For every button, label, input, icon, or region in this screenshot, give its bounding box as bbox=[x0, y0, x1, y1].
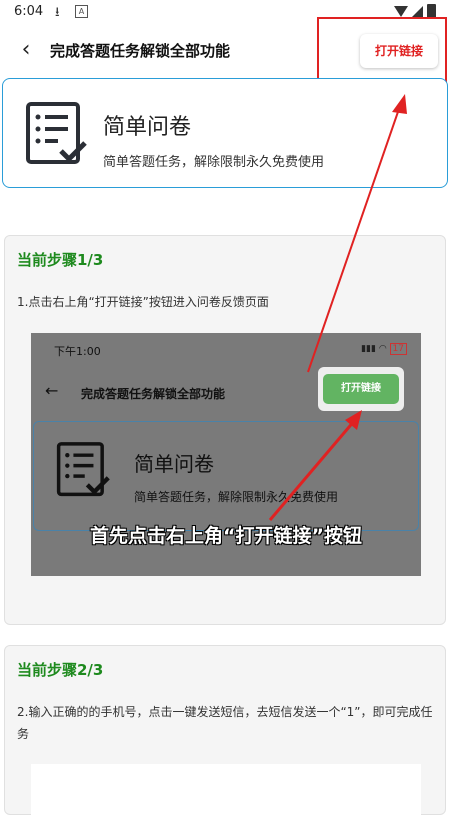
step-title: 当前步骤1/3 bbox=[17, 251, 104, 269]
tutorial-survey-card: 简单问卷 简单答题任务，解除限制永久免费使用 bbox=[33, 421, 419, 531]
tutorial-title: 完成答题任务解锁全部功能 bbox=[81, 387, 226, 401]
step-card-2: 当前步骤2/3 2.输入正确的的手机号，点击一键发送短信，去短信发送一个“1”，… bbox=[4, 645, 446, 824]
tutorial-document-icon bbox=[56, 442, 110, 497]
step-title: 当前步骤2/3 bbox=[17, 661, 104, 679]
status-right bbox=[394, 4, 436, 18]
battery-icon bbox=[427, 4, 436, 18]
tutorial-screenshot-2 bbox=[31, 764, 421, 824]
tutorial-survey-name: 简单问卷 bbox=[134, 452, 214, 476]
step-instruction: 1.点击右上角“打开链接”按钮进入问卷反馈页面 bbox=[17, 295, 269, 309]
download-icon: ⭳ bbox=[55, 5, 60, 20]
tutorial-status-time: 下午1:00 bbox=[54, 345, 101, 358]
step-card-1: 当前步骤1/3 1.点击右上角“打开链接”按钮进入问卷反馈页面 下午1:00 ▮… bbox=[4, 235, 446, 625]
notification-a-icon: A bbox=[75, 5, 88, 18]
tutorial-screenshot: 下午1:00 ▮▮▮ ◠ 17 ← 完成答题任务解锁全部功能 打开链接 简单问卷… bbox=[31, 333, 421, 576]
step-instruction: 2.输入正确的的手机号，点击一键发送短信，去短信发送一个“1”，即可完成任务 bbox=[17, 705, 433, 741]
tutorial-battery-level: 17 bbox=[389, 343, 407, 355]
wifi-icon bbox=[394, 5, 408, 17]
tutorial-back-icon: ← bbox=[45, 381, 59, 400]
chevron-left-icon: ‹ bbox=[21, 37, 31, 62]
tutorial-open-link-button: 打开链接 bbox=[323, 374, 399, 404]
tutorial-caption: 首先点击右上角“打开链接”按钮 bbox=[90, 525, 362, 547]
page-title: 完成答题任务解锁全部功能 bbox=[50, 42, 231, 60]
status-time: 6:04 bbox=[14, 4, 44, 19]
signal-icon bbox=[412, 5, 423, 17]
tutorial-survey-desc: 简单答题任务，解除限制永久免费使用 bbox=[134, 490, 339, 504]
survey-name: 简单问卷 bbox=[103, 115, 192, 140]
back-button[interactable]: ‹ bbox=[12, 36, 40, 64]
survey-description: 简单答题任务，解除限制永久免费使用 bbox=[103, 155, 325, 170]
survey-intro-card: 简单问卷 简单答题任务，解除限制永久免费使用 bbox=[2, 78, 448, 188]
survey-document-icon bbox=[26, 102, 87, 164]
tutorial-status-icons: ▮▮▮ ◠ 17 bbox=[361, 343, 407, 355]
